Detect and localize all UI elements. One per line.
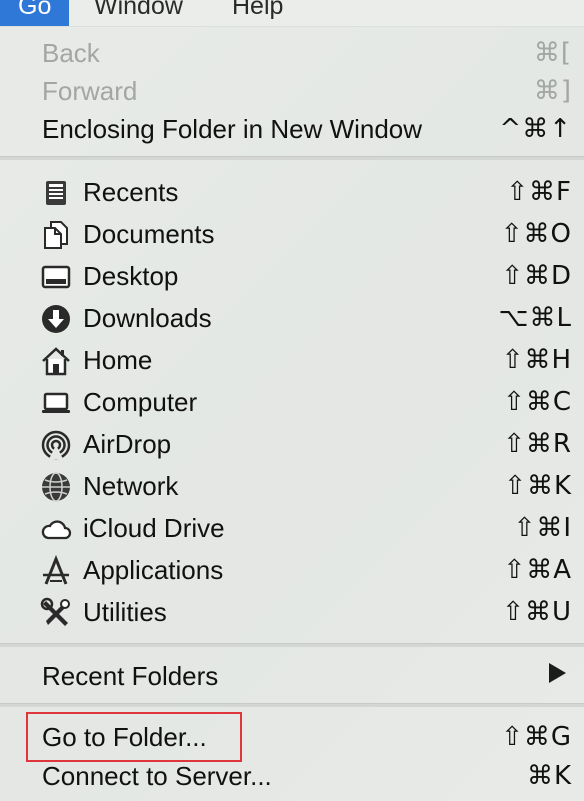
menu-item-label: Home	[83, 345, 153, 375]
icloud-icon	[41, 520, 72, 540]
menu-item-label: AirDrop	[83, 429, 172, 459]
shortcut: ⇧⌘C	[503, 387, 572, 417]
shortcut: ⇧⌘R	[503, 429, 572, 459]
menu-item-label: Downloads	[83, 303, 212, 333]
shortcut: ⇧⌘H	[501, 345, 572, 375]
shortcut: ⇧⌘G	[501, 722, 572, 752]
shortcut: ⌘K	[526, 761, 572, 791]
menu-item-home[interactable]: Home ⇧⌘H	[0, 339, 584, 381]
menu-item-icloud-drive[interactable]: iCloud Drive ⇧⌘I	[0, 507, 584, 549]
shortcut: ⇧⌘U	[502, 597, 572, 627]
menu-help[interactable]: Help	[232, 0, 283, 21]
highlight-box	[26, 712, 242, 762]
menu-go[interactable]: Go	[0, 0, 70, 26]
separator	[0, 156, 584, 160]
menu-item-utilities[interactable]: Utilities ⇧⌘U	[0, 591, 584, 633]
utilities-icon	[40, 597, 70, 626]
submenu-arrow-icon	[549, 663, 566, 683]
menu-item-label: Documents	[83, 219, 215, 249]
menu-item-documents[interactable]: Documents ⇧⌘O	[0, 213, 584, 255]
menu-item-label: Computer	[83, 387, 198, 417]
menu-item-recent-folders[interactable]: Recent Folders	[0, 655, 584, 697]
menu-window[interactable]: Window	[94, 0, 183, 21]
menu-item-label: Recent Folders	[42, 661, 219, 691]
menu-item-label: Connect to Server...	[42, 761, 272, 791]
menu-bar: Go Window Help	[0, 0, 584, 27]
menu-item-enclosing-folder[interactable]: Enclosing Folder in New Window ^⌘↑	[0, 108, 584, 150]
shortcut: ^⌘↑	[499, 114, 572, 144]
menu-item-label: Back	[42, 38, 100, 68]
menu-item-label: Forward	[42, 76, 138, 106]
shortcut: ⇧⌘A	[503, 555, 572, 585]
shortcut: ⌥⌘L	[498, 303, 572, 333]
applications-icon	[43, 555, 69, 585]
menu-item-label: Applications	[83, 555, 224, 585]
menu-item-network[interactable]: Network ⇧⌘K	[0, 465, 584, 507]
documents-icon	[44, 221, 68, 249]
menu-item-label: iCloud Drive	[83, 513, 225, 543]
menu-item-desktop[interactable]: Desktop ⇧⌘D	[0, 255, 584, 297]
menu-item-label: Enclosing Folder in New Window	[42, 114, 423, 144]
shortcut: ⌘]	[533, 76, 572, 106]
home-icon	[42, 347, 70, 376]
menu-item-label: Utilities	[83, 597, 167, 627]
shortcut: ⇧⌘K	[504, 471, 572, 501]
recents-icon	[46, 181, 66, 205]
shortcut: ⌘[	[533, 38, 572, 68]
network-icon	[42, 472, 70, 502]
shortcut: ⇧⌘D	[501, 261, 572, 291]
downloads-icon	[42, 305, 70, 333]
menu-item-label: Recents	[83, 177, 179, 207]
menu-item-label: Network	[83, 471, 179, 501]
menu-item-recents[interactable]: Recents ⇧⌘F	[0, 171, 584, 213]
separator	[0, 643, 584, 647]
menu-item-back[interactable]: Back ⌘[	[0, 32, 584, 74]
menu-item-forward[interactable]: Forward ⌘]	[0, 70, 584, 112]
menu-item-downloads[interactable]: Downloads ⌥⌘L	[0, 297, 584, 339]
menu-item-airdrop[interactable]: AirDrop ⇧⌘R	[0, 423, 584, 465]
computer-icon	[42, 392, 70, 413]
menu-item-computer[interactable]: Computer ⇧⌘C	[0, 381, 584, 423]
shortcut: ⇧⌘F	[506, 177, 572, 207]
shortcut: ⇧⌘O	[500, 219, 572, 249]
shortcut: ⇧⌘I	[513, 513, 572, 543]
menu-item-label: Desktop	[83, 261, 179, 291]
menu-item-applications[interactable]: Applications ⇧⌘A	[0, 549, 584, 591]
separator	[0, 703, 584, 707]
go-menu-dropdown: Back ⌘[ Forward ⌘] Enclosing Folder in N…	[0, 26, 584, 801]
desktop-icon	[41, 265, 71, 289]
airdrop-icon	[41, 430, 71, 460]
